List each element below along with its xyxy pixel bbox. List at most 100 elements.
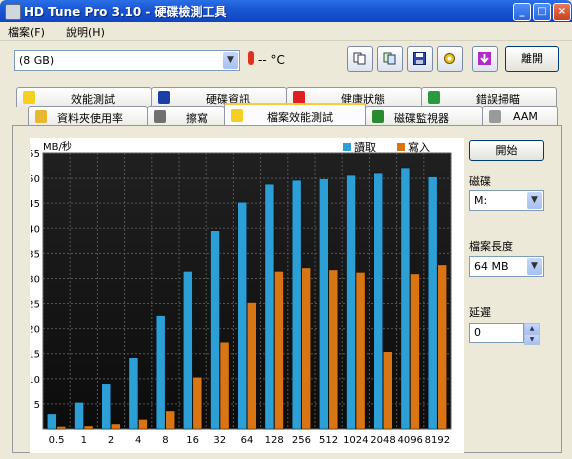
x-tick-label: 4096: [397, 435, 422, 446]
write-bar: [56, 426, 67, 430]
write-bar: [328, 269, 339, 430]
tab-disk-monitor[interactable]: 磁碟監視器: [365, 106, 483, 126]
read-bar: [155, 315, 166, 430]
write-bar: [383, 351, 393, 430]
write-bar: [274, 271, 284, 430]
chevron-down-icon[interactable]: ▼: [527, 192, 542, 209]
read-bar: [319, 178, 329, 430]
y-axis-label: MB/秒: [43, 140, 72, 153]
read-bar: [47, 413, 57, 430]
save-icon: [413, 52, 426, 65]
write-bar: [437, 264, 447, 430]
bulb-icon: [231, 109, 243, 122]
read-bar: [427, 176, 438, 430]
x-tick-label: 1024: [343, 435, 368, 446]
x-tick-label: 128: [265, 435, 284, 446]
write-bar: [138, 419, 148, 430]
write-bar: [301, 267, 311, 430]
close-button[interactable]: ×: [553, 3, 571, 21]
file-size-value: 64 MB: [474, 260, 509, 273]
read-bar: [346, 174, 356, 430]
write-bar: [111, 423, 121, 430]
copy-screenshot-button[interactable]: [377, 46, 403, 72]
legend-read-swatch: [343, 143, 351, 151]
magnifier-icon: [428, 91, 440, 104]
y-tick-label: 35: [31, 249, 40, 260]
read-bar: [237, 201, 247, 430]
write-bar: [355, 272, 366, 430]
x-tick-label: 2: [108, 435, 114, 446]
drive-selector[interactable]: (8 GB) ▼: [14, 50, 240, 71]
trash-icon: [154, 110, 166, 123]
speaker-icon: [489, 110, 501, 123]
tab-benchmark[interactable]: 效能測試: [16, 87, 152, 107]
legend-write-swatch: [397, 143, 405, 151]
options-button[interactable]: [437, 46, 463, 72]
minimize-button[interactable]: _: [513, 3, 531, 21]
tab-file-benchmark[interactable]: 檔案效能測試: [224, 103, 366, 126]
y-tick-label: 10: [31, 375, 40, 386]
y-tick-label: 15: [31, 350, 40, 361]
chevron-down-icon[interactable]: ▼: [223, 52, 238, 69]
x-tick-label: 8192: [425, 435, 450, 446]
download-button[interactable]: [472, 46, 498, 72]
tab-erase[interactable]: 擦寫: [147, 106, 225, 126]
folder-icon: [35, 110, 47, 123]
menu-file[interactable]: 檔案(F): [8, 24, 45, 40]
drive-select-value: M:: [474, 194, 488, 207]
monitor-chart-icon: [372, 110, 384, 123]
chart-svg: 5 10 15 20 25 30 35 40 45 50 55MB/秒 讀取 寫入 0.5 1 2 4 8 16 32…: [31, 140, 452, 446]
copy-text-button[interactable]: [347, 46, 373, 72]
options-icon: [444, 53, 455, 64]
read-bar: [74, 402, 84, 430]
y-tick-label: 5: [34, 400, 40, 411]
spin-up-icon[interactable]: ▲: [524, 323, 540, 334]
file-size-select[interactable]: 64 MB ▼: [469, 256, 544, 277]
x-tick-label: 64: [241, 435, 254, 446]
exit-button[interactable]: 離開: [505, 46, 559, 72]
write-bar: [192, 377, 203, 430]
menu-help[interactable]: 說明(H): [66, 24, 105, 40]
window-title: HD Tune Pro 3.10 - 硬碟檢測工具: [24, 5, 227, 19]
copy-screenshot-icon: [383, 52, 396, 65]
tab-aam[interactable]: AAM: [482, 106, 558, 126]
drive-select[interactable]: M: ▼: [469, 190, 544, 211]
read-bar: [291, 179, 302, 430]
y-tick-label: 55: [31, 149, 40, 160]
read-bar: [210, 230, 220, 430]
y-tick-label: 20: [31, 325, 40, 336]
x-tick-label: 2048: [370, 435, 395, 446]
bulb-icon: [23, 91, 35, 104]
read-bar: [183, 271, 193, 430]
y-tick-label: 40: [31, 224, 40, 235]
file-size-label: 檔案長度: [469, 240, 513, 253]
tab-error-scan[interactable]: 錯誤掃瞄: [421, 87, 557, 107]
y-tick-label: 50: [31, 174, 40, 185]
legend-read-label: 讀取: [354, 140, 376, 154]
y-tick-label: 25: [31, 300, 40, 311]
drive-label: 磁碟: [469, 175, 491, 188]
write-bar: [410, 273, 420, 430]
y-tick-label: 45: [31, 199, 40, 210]
title-bar: HD Tune Pro 3.10 - 硬碟檢測工具 _ □ ×: [0, 0, 572, 22]
chevron-down-icon[interactable]: ▼: [527, 258, 542, 275]
x-tick-label: 16: [186, 435, 199, 446]
save-button[interactable]: [407, 46, 433, 72]
benchmark-chart: 5 10 15 20 25 30 35 40 45 50 55MB/秒 讀取 寫入 0.5 1 2 4 8 16 32…: [30, 138, 464, 453]
temperature-readout: -- °C: [258, 53, 285, 67]
read-bar: [101, 383, 111, 430]
delay-spinner[interactable]: ▲ ▼: [524, 323, 540, 345]
x-tick-label: 32: [213, 435, 226, 446]
legend-write-label: 寫入: [408, 140, 430, 154]
read-bar: [373, 172, 383, 430]
maximize-button[interactable]: □: [533, 3, 551, 21]
start-button[interactable]: 開始: [469, 140, 544, 161]
delay-value: 0: [474, 326, 481, 339]
menu-bar: 檔案(F) 說明(H): [0, 22, 572, 41]
delay-input[interactable]: 0: [469, 323, 524, 343]
info-icon: [158, 91, 170, 104]
app-icon: [5, 4, 21, 20]
write-bar: [165, 410, 175, 430]
spin-down-icon[interactable]: ▼: [524, 334, 540, 345]
tab-folder-usage[interactable]: 資料夾使用率: [28, 106, 148, 126]
